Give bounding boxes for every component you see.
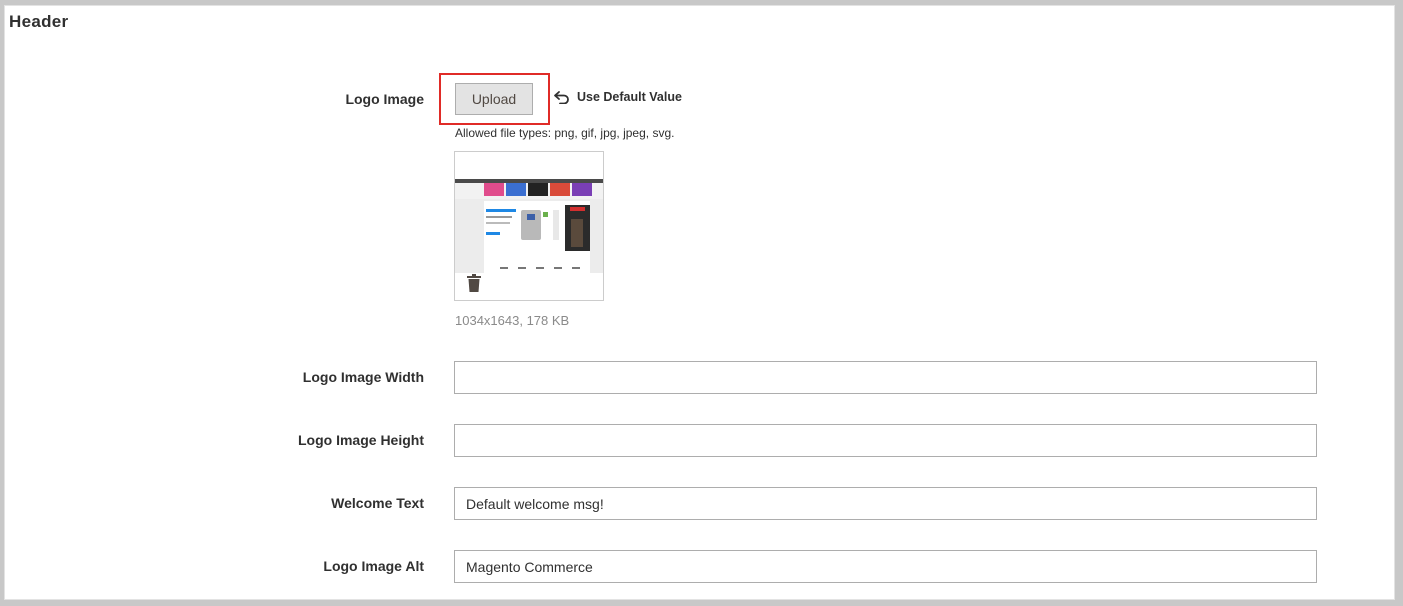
header-section: Header Logo Image Upload Use Default Val…	[4, 5, 1395, 600]
logo-image-preview[interactable]	[454, 151, 604, 301]
use-default-value-label: Use Default Value	[577, 90, 682, 104]
logo-image-width-field[interactable]	[454, 361, 1317, 394]
section-title: Header	[9, 12, 69, 31]
logo-image-label: Logo Image	[345, 91, 424, 107]
logo-image-alt-field[interactable]	[454, 550, 1317, 583]
undo-arrow-icon	[553, 90, 571, 104]
welcome-text-field[interactable]	[454, 487, 1317, 520]
logo-image-height-field[interactable]	[454, 424, 1317, 457]
allowed-file-types: Allowed file types: png, gif, jpg, jpeg,…	[455, 126, 675, 140]
upload-button[interactable]: Upload	[455, 83, 533, 115]
file-meta: 1034x1643, 178 KB	[455, 313, 570, 328]
welcome-text-label: Welcome Text	[331, 495, 424, 511]
use-default-value-button[interactable]: Use Default Value	[553, 90, 682, 104]
logo-image-height-label: Logo Image Height	[298, 432, 424, 448]
logo-image-width-label: Logo Image Width	[302, 369, 424, 385]
logo-image-alt-label: Logo Image Alt	[323, 558, 424, 574]
trash-icon[interactable]	[467, 274, 481, 292]
